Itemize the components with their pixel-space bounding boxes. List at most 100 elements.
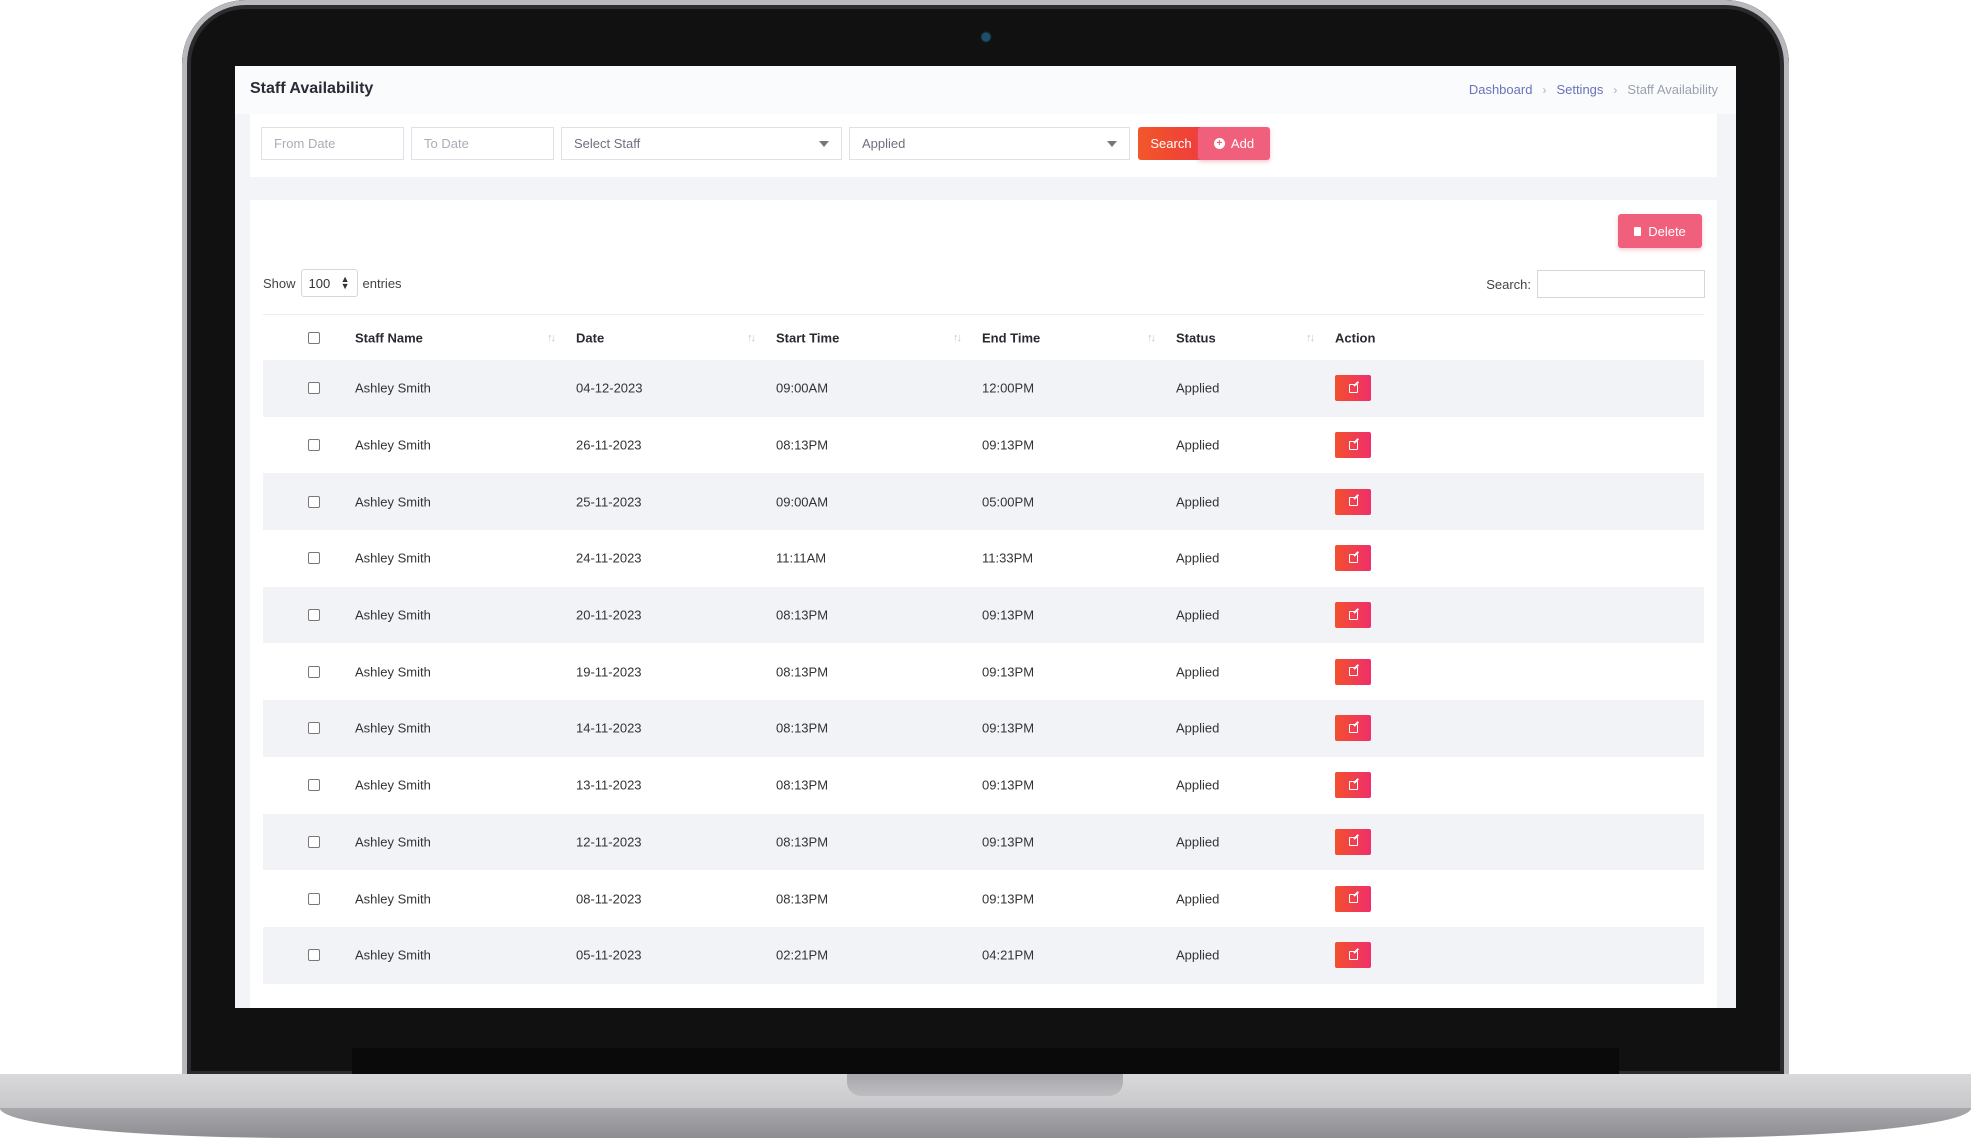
status-cell: Applied bbox=[1176, 834, 1220, 850]
date-cell: 08-11-2023 bbox=[576, 891, 642, 907]
status-cell: Applied bbox=[1176, 550, 1220, 566]
row-checkbox[interactable] bbox=[308, 892, 320, 905]
end-time-cell: 09:13PM bbox=[982, 777, 1035, 793]
date-cell: 26-11-2023 bbox=[576, 437, 642, 453]
date-cell: 25-11-2023 bbox=[576, 494, 642, 510]
edit-button[interactable] bbox=[1335, 828, 1371, 855]
edit-icon bbox=[1348, 610, 1358, 620]
start-time-cell: 08:13PM bbox=[776, 777, 829, 793]
date-cell: 12-11-2023 bbox=[576, 834, 642, 850]
staff-name-cell: Ashley Smith bbox=[355, 437, 431, 453]
entries-label: entries bbox=[362, 275, 402, 291]
staff-name-cell: Ashley Smith bbox=[355, 720, 431, 736]
delete-button[interactable]: Delete bbox=[1618, 214, 1702, 248]
column-date[interactable]: Date bbox=[576, 330, 604, 345]
page-title: Staff Availability bbox=[250, 80, 374, 97]
edit-button[interactable] bbox=[1335, 375, 1371, 402]
staff-select[interactable]: Select Staff bbox=[561, 127, 842, 160]
table-row: Ashley Smith 20-11-2023 08:13PM 09:13PM Appl… bbox=[263, 586, 1704, 644]
row-checkbox[interactable] bbox=[308, 722, 320, 735]
sort-icon[interactable]: ↑↓ bbox=[547, 332, 556, 344]
add-button[interactable]: + Add bbox=[1198, 127, 1270, 160]
row-checkbox[interactable] bbox=[308, 609, 320, 622]
edit-button[interactable] bbox=[1335, 545, 1371, 572]
sort-icon[interactable]: ↑↓ bbox=[1306, 332, 1315, 344]
end-time-cell: 05:00PM bbox=[982, 494, 1035, 510]
row-checkbox[interactable] bbox=[308, 835, 320, 848]
row-checkbox[interactable] bbox=[308, 552, 320, 565]
row-checkbox[interactable] bbox=[308, 495, 320, 508]
edit-button[interactable] bbox=[1335, 658, 1371, 685]
table-row: Ashley Smith 04-12-2023 09:00AM 12:00PM Appl… bbox=[263, 360, 1704, 417]
end-time-cell: 09:13PM bbox=[982, 607, 1035, 623]
table-row: Ashley Smith 12-11-2023 08:13PM 09:13PM Appl… bbox=[263, 813, 1704, 871]
column-staff-name[interactable]: Staff Name bbox=[355, 330, 423, 345]
laptop-notch bbox=[847, 1074, 1123, 1096]
row-checkbox[interactable] bbox=[308, 949, 320, 962]
start-time-cell: 09:00AM bbox=[776, 380, 829, 396]
show-label: Show bbox=[263, 275, 296, 291]
chevron-right-icon: › bbox=[1542, 82, 1547, 97]
end-time-cell: 09:13PM bbox=[982, 891, 1035, 907]
start-time-cell: 08:13PM bbox=[776, 834, 829, 850]
filter-card: From Date To Date Select Staff Applied S… bbox=[250, 114, 1717, 177]
end-time-cell: 11:33PM bbox=[982, 550, 1034, 566]
breadcrumb-dashboard[interactable]: Dashboard bbox=[1469, 82, 1533, 97]
to-date-input[interactable]: To Date bbox=[411, 127, 554, 160]
column-status[interactable]: Status bbox=[1176, 330, 1216, 345]
edit-icon bbox=[1348, 950, 1358, 960]
edit-button[interactable] bbox=[1335, 432, 1371, 459]
status-select[interactable]: Applied bbox=[849, 127, 1130, 160]
date-cell: 13-11-2023 bbox=[576, 777, 642, 793]
row-checkbox[interactable] bbox=[308, 665, 320, 678]
table-row: Ashley Smith 25-11-2023 09:00AM 05:00PM Appl… bbox=[263, 473, 1704, 531]
entries-select[interactable]: 100 ▲ ▼ bbox=[300, 269, 358, 297]
select-all-checkbox[interactable] bbox=[308, 331, 320, 344]
edit-icon bbox=[1348, 497, 1358, 507]
search-button[interactable]: Search bbox=[1138, 127, 1204, 160]
table-row: Ashley Smith 08-11-2023 08:13PM 09:13PM Appl… bbox=[263, 870, 1704, 927]
edit-button[interactable] bbox=[1335, 715, 1371, 742]
updown-icon: ▲ ▼ bbox=[340, 274, 350, 291]
status-cell: Applied bbox=[1176, 607, 1220, 623]
row-checkbox[interactable] bbox=[308, 439, 320, 452]
sort-icon[interactable]: ↑↓ bbox=[747, 332, 756, 344]
row-checkbox[interactable] bbox=[308, 779, 320, 792]
start-time-cell: 08:13PM bbox=[776, 720, 829, 736]
edit-button[interactable] bbox=[1335, 488, 1371, 515]
table-row: Ashley Smith 14-11-2023 08:13PM 09:13PM Appl… bbox=[263, 700, 1704, 757]
edit-icon bbox=[1348, 894, 1358, 904]
entries-length: Show 100 ▲ ▼ entries bbox=[263, 269, 402, 297]
start-time-cell: 08:13PM bbox=[776, 891, 829, 907]
edit-icon bbox=[1348, 553, 1358, 563]
plus-circle-icon: + bbox=[1213, 138, 1225, 149]
column-end-time[interactable]: End Time bbox=[982, 330, 1040, 345]
staff-select-value: Select Staff bbox=[574, 136, 641, 151]
end-time-cell: 04:21PM bbox=[982, 947, 1035, 963]
start-time-cell: 02:21PM bbox=[776, 947, 829, 963]
edit-button[interactable] bbox=[1335, 942, 1371, 969]
entries-value: 100 bbox=[308, 275, 331, 291]
start-time-cell: 08:13PM bbox=[776, 437, 829, 453]
table-search-input[interactable] bbox=[1537, 270, 1705, 298]
staff-name-cell: Ashley Smith bbox=[355, 550, 431, 566]
status-cell: Applied bbox=[1176, 720, 1220, 736]
end-time-cell: 09:13PM bbox=[982, 720, 1035, 736]
column-start-time[interactable]: Start Time bbox=[776, 330, 839, 345]
breadcrumb-settings[interactable]: Settings bbox=[1556, 82, 1603, 97]
sort-icon[interactable]: ↑↓ bbox=[953, 332, 962, 344]
from-date-input[interactable]: From Date bbox=[261, 127, 404, 160]
edit-button[interactable] bbox=[1335, 602, 1371, 629]
edit-button[interactable] bbox=[1335, 772, 1371, 799]
edit-icon bbox=[1348, 383, 1358, 393]
availability-table: Staff Name ↑↓ Date ↑↓ Start Time ↑↓ End … bbox=[263, 314, 1704, 984]
sort-icon[interactable]: ↑↓ bbox=[1147, 332, 1156, 344]
staff-name-cell: Ashley Smith bbox=[355, 380, 431, 396]
start-time-cell: 09:00AM bbox=[776, 494, 829, 510]
page-header: Staff Availability Dashboard › Settings … bbox=[235, 66, 1736, 114]
status-cell: Applied bbox=[1176, 947, 1220, 963]
date-cell: 19-11-2023 bbox=[576, 664, 642, 680]
row-checkbox[interactable] bbox=[308, 382, 320, 395]
edit-button[interactable] bbox=[1335, 885, 1371, 912]
date-cell: 04-12-2023 bbox=[576, 380, 643, 396]
